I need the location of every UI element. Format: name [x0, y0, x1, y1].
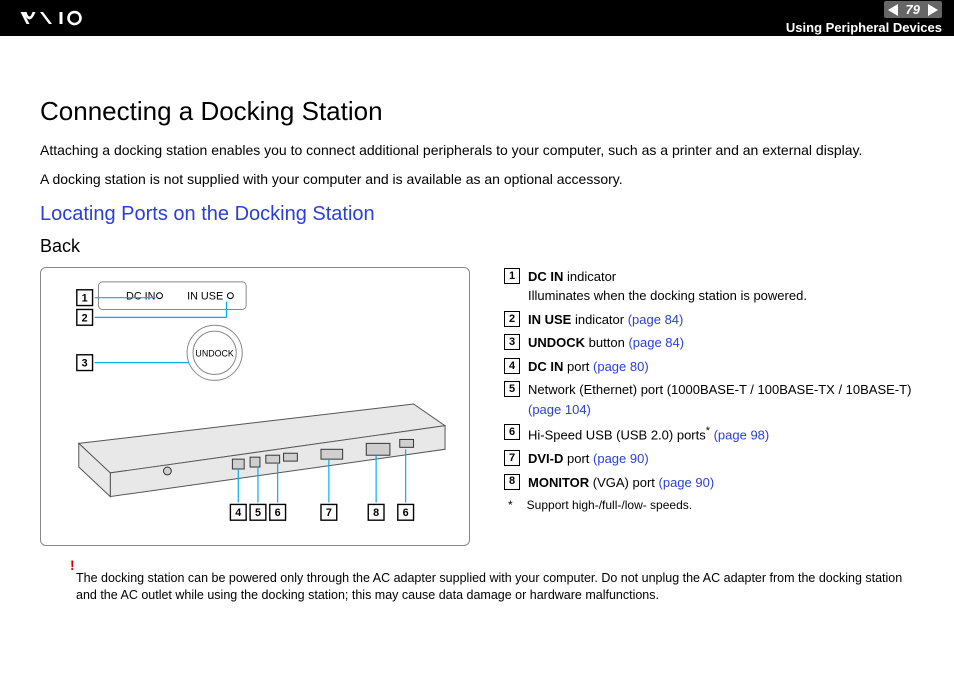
legend-number: 1: [504, 268, 520, 284]
legend-text: UNDOCK button (page 84): [528, 333, 914, 353]
legend-number: 7: [504, 450, 520, 466]
svg-text:4: 4: [235, 507, 241, 519]
legend-item: 8 MONITOR (VGA) port (page 90): [504, 473, 914, 493]
page-link[interactable]: (page 84): [628, 312, 684, 327]
in-use-label: IN USE: [187, 290, 223, 302]
dc-in-label: DC IN: [126, 290, 155, 302]
section-title: Using Peripheral Devices: [786, 20, 942, 35]
legend-item: 4 DC IN port (page 80): [504, 357, 914, 377]
warning-icon: !: [70, 556, 75, 575]
page-link[interactable]: (page 104): [528, 402, 591, 417]
subheading: Locating Ports on the Docking Station: [40, 203, 914, 226]
legend-text: DC IN port (page 80): [528, 357, 914, 377]
intro-paragraph-2: A docking station is not supplied with y…: [40, 170, 914, 189]
legend-text: Hi-Speed USB (USB 2.0) ports* (page 98): [528, 423, 914, 445]
legend-item: 5 Network (Ethernet) port (1000BASE-T / 1…: [504, 380, 914, 419]
header-bar: 79 Using Peripheral Devices: [0, 0, 954, 36]
svg-text:8: 8: [373, 507, 379, 519]
legend-number: 3: [504, 334, 520, 350]
svg-text:2: 2: [82, 312, 88, 324]
legend-text: DVI-D port (page 90): [528, 449, 914, 469]
page-link[interactable]: (page 98): [714, 428, 770, 443]
legend-number: 8: [504, 474, 520, 490]
vaio-logo: [16, 9, 112, 27]
port-legend: 1 DC IN indicatorIlluminates when the doc…: [504, 267, 914, 514]
svg-text:5: 5: [255, 507, 261, 519]
page-link[interactable]: (page 80): [593, 359, 649, 374]
legend-item: 6 Hi-Speed USB (USB 2.0) ports* (page 98): [504, 423, 914, 445]
page-navigator: 79: [884, 1, 942, 18]
page-title: Connecting a Docking Station: [40, 96, 914, 127]
legend-text: DC IN indicatorIlluminates when the dock…: [528, 267, 914, 306]
legend-number: 5: [504, 381, 520, 397]
legend-item: 7 DVI-D port (page 90): [504, 449, 914, 469]
page-link[interactable]: (page 84): [628, 335, 684, 350]
svg-text:1: 1: [82, 292, 88, 304]
legend-item: 1 DC IN indicatorIlluminates when the doc…: [504, 267, 914, 306]
prev-page-icon[interactable]: [888, 4, 898, 16]
legend-item: 3 UNDOCK button (page 84): [504, 333, 914, 353]
legend-text: Network (Ethernet) port (1000BASE-T / 10…: [528, 380, 914, 419]
docking-station-diagram: DC IN IN USE UNDOCK: [40, 267, 480, 546]
next-page-icon[interactable]: [928, 4, 938, 16]
svg-text:3: 3: [82, 357, 88, 369]
legend-item: 2 IN USE indicator (page 84): [504, 310, 914, 330]
legend-text: IN USE indicator (page 84): [528, 310, 914, 330]
legend-number: 6: [504, 424, 520, 440]
view-label: Back: [40, 236, 914, 257]
intro-paragraph-1: Attaching a docking station enables you …: [40, 141, 914, 160]
warning-text: The docking station can be powered only …: [76, 571, 902, 602]
page-link[interactable]: (page 90): [593, 451, 649, 466]
legend-text: MONITOR (VGA) port (page 90): [528, 473, 914, 493]
legend-number: 4: [504, 358, 520, 374]
footnote: *Support high-/full-/low- speeds.: [504, 496, 914, 514]
svg-text:6: 6: [403, 507, 409, 519]
page-number: 79: [902, 2, 924, 17]
page-link[interactable]: (page 90): [659, 475, 715, 490]
warning-note: ! The docking station can be powered onl…: [40, 570, 914, 604]
legend-number: 2: [504, 311, 520, 327]
svg-text:7: 7: [326, 507, 332, 519]
svg-text:6: 6: [275, 507, 281, 519]
undock-label: UNDOCK: [195, 349, 233, 359]
